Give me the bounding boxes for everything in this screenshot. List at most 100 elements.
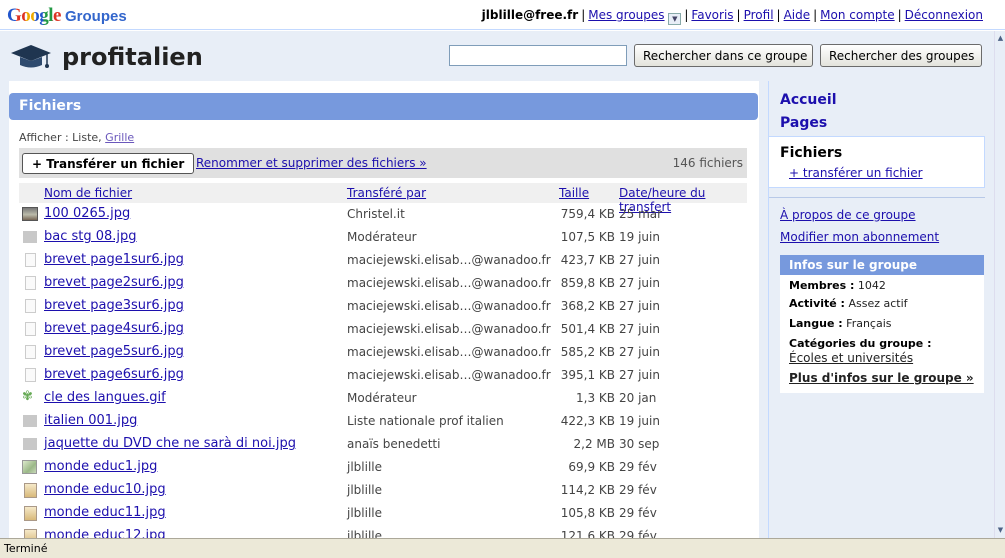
file-size: 1,3 KB (576, 391, 615, 405)
vertical-scrollbar[interactable]: ▲ ▼ (994, 31, 1005, 538)
logout-link[interactable]: Déconnexion (905, 8, 983, 22)
favorites-link[interactable]: Favoris (691, 8, 733, 22)
file-name-link[interactable]: brevet page4sur6.jpg (44, 321, 184, 336)
profile-link[interactable]: Profil (744, 8, 774, 22)
file-date: 27 juin (619, 299, 660, 313)
file-name-link[interactable]: monde educ10.jpg (44, 482, 166, 497)
sort-name-link[interactable]: Nom de fichier (44, 186, 132, 200)
file-uploader: Christel.it (347, 207, 405, 221)
page-thumbnail-icon[interactable] (25, 322, 36, 336)
files-toolbar: + Transférer un fichier Renommer et supp… (19, 148, 747, 178)
page-thumbnail-icon[interactable] (25, 299, 36, 313)
grid-view-link[interactable]: Grille (105, 131, 134, 144)
file-size: 114,2 KB (560, 483, 615, 497)
file-date: 29 fév (619, 529, 657, 538)
status-bar: Terminé (0, 538, 1005, 558)
file-name-link[interactable]: bac stg 08.jpg (44, 229, 137, 244)
sidebar: Accueil Pages Fichiers + transférer un f… (768, 81, 994, 538)
sort-uploader-link[interactable]: Transféré par (347, 186, 426, 200)
file-name-link[interactable]: brevet page1sur6.jpg (44, 252, 184, 267)
file-uploader: maciejewski.elisab…@wanadoo.fr (347, 299, 551, 313)
search-group-button[interactable]: Rechercher dans ce groupe (634, 44, 813, 67)
account-link[interactable]: Mon compte (820, 8, 894, 22)
page-thumbnail-icon[interactable] (25, 253, 36, 267)
main-content: Fichiers Afficher : Liste, Grille + Tran… (0, 81, 768, 538)
table-row: monde educ1.jpg jlblille 69,9 KB 29 fév (19, 456, 747, 479)
google-groups-logo[interactable]: Google Groupes (7, 5, 127, 27)
file-name-link[interactable]: monde educ1.jpg (44, 459, 157, 474)
file-name-link[interactable]: brevet page5sur6.jpg (44, 344, 184, 359)
info-categories: Catégories du groupe : (789, 337, 932, 350)
file-date: 25 mar (619, 207, 663, 221)
file-name-link[interactable]: jaquette du DVD che ne sarà di noi.jpg (44, 436, 296, 451)
group-header: profitalien Rechercher dans ce groupe Re… (0, 31, 1005, 81)
file-name-link[interactable]: brevet page2sur6.jpg (44, 275, 184, 290)
file-uploader: Liste nationale prof italien (347, 414, 504, 428)
file-date: 29 fév (619, 506, 657, 520)
sort-size-link[interactable]: Taille (559, 186, 589, 200)
beige-thumbnail-icon[interactable] (24, 529, 37, 538)
scroll-down-icon[interactable]: ▼ (996, 525, 1005, 536)
file-size: 501,4 KB (560, 322, 615, 336)
logo-google: Google (7, 5, 62, 26)
page-thumbnail-icon[interactable] (25, 368, 36, 382)
file-size: 105,8 KB (560, 506, 615, 520)
edit-subscription-link[interactable]: Modifier mon abonnement (780, 230, 939, 244)
table-row: monde educ12.jpg jlblille 121,6 KB 29 fév (19, 525, 747, 538)
grey-thumbnail-icon[interactable] (23, 438, 37, 450)
table-row: brevet page3sur6.jpg maciejewski.elisab…@… (19, 295, 747, 318)
file-date: 27 juin (619, 253, 660, 267)
grey-thumbnail-icon[interactable] (23, 231, 37, 243)
file-name-link[interactable]: cle des langues.gif (44, 390, 166, 405)
sidebar-upload-link[interactable]: + transférer un fichier (789, 166, 923, 180)
file-name-link[interactable]: monde educ12.jpg (44, 528, 166, 538)
table-row: brevet page6sur6.jpg maciejewski.elisab…@… (19, 364, 747, 387)
my-groups-link[interactable]: Mes groupes (588, 8, 664, 22)
scroll-up-icon[interactable]: ▲ (996, 33, 1005, 44)
view-switcher: Afficher : Liste, Grille (19, 131, 134, 144)
file-uploader: Modérateur (347, 230, 417, 244)
file-date: 29 fév (619, 460, 657, 474)
table-row: jaquette du DVD che ne sarà di noi.jpg an… (19, 433, 747, 456)
file-name-link[interactable]: 100 0265.jpg (44, 206, 130, 221)
account-links: jlblille@free.fr | Mes groupes ▼ | Favoris | P… (481, 8, 983, 25)
file-size: 69,9 KB (568, 460, 615, 474)
rename-delete-link[interactable]: Renommer et supprimer des fichiers » (196, 156, 427, 170)
group-info-box: Membres : 1042 Activité : Assez actif La… (780, 275, 984, 393)
page-thumbnail-icon[interactable] (25, 345, 36, 359)
file-uploader: jlblille (347, 506, 383, 520)
grey-thumbnail-icon[interactable] (23, 415, 37, 427)
group-search-input[interactable] (449, 45, 627, 66)
info-activity: Activité : Assez actif (789, 297, 908, 310)
beige-thumbnail-icon[interactable] (24, 483, 37, 498)
info-members: Membres : 1042 (789, 279, 886, 292)
upload-file-button[interactable]: + Transférer un fichier (22, 153, 195, 174)
file-size: 759,4 KB (560, 207, 615, 221)
table-row: brevet page1sur6.jpg maciejewski.elisab…@… (19, 249, 747, 272)
view-label: Afficher : Liste, (19, 131, 102, 144)
file-size: 368,2 KB (560, 299, 615, 313)
file-date: 30 sep (619, 437, 660, 451)
file-name-link[interactable]: brevet page6sur6.jpg (44, 367, 184, 382)
file-uploader: jlblille (347, 460, 383, 474)
help-link[interactable]: Aide (784, 8, 811, 22)
file-size: 423,7 KB (560, 253, 615, 267)
file-date: 27 juin (619, 276, 660, 290)
photo-thumbnail-icon[interactable] (22, 207, 38, 221)
about-group-link[interactable]: À propos de ce groupe (780, 208, 916, 222)
category-link[interactable]: Écoles et universités (789, 351, 913, 365)
table-header: Nom de fichier Transféré par Taille Date… (19, 183, 747, 214)
page-thumbnail-icon[interactable] (25, 276, 36, 290)
chevron-down-icon[interactable]: ▼ (668, 13, 682, 25)
search-groups-button[interactable]: Rechercher des groupes (820, 44, 982, 67)
sidebar-item-home[interactable]: Accueil (780, 92, 837, 108)
sidebar-item-pages[interactable]: Pages (780, 115, 827, 131)
file-name-link[interactable]: brevet page3sur6.jpg (44, 298, 184, 313)
file-name-link[interactable]: italien 001.jpg (44, 413, 137, 428)
beige-thumbnail-icon[interactable] (24, 506, 37, 521)
table-row: bac stg 08.jpg Modérateur 107,5 KB 19 juin (19, 226, 747, 249)
file-name-link[interactable]: monde educ11.jpg (44, 505, 166, 520)
more-info-link[interactable]: Plus d'infos sur le groupe » (789, 371, 974, 385)
gif-thumbnail-icon[interactable]: ✾ (22, 389, 38, 404)
map-thumbnail-icon[interactable] (22, 460, 37, 474)
